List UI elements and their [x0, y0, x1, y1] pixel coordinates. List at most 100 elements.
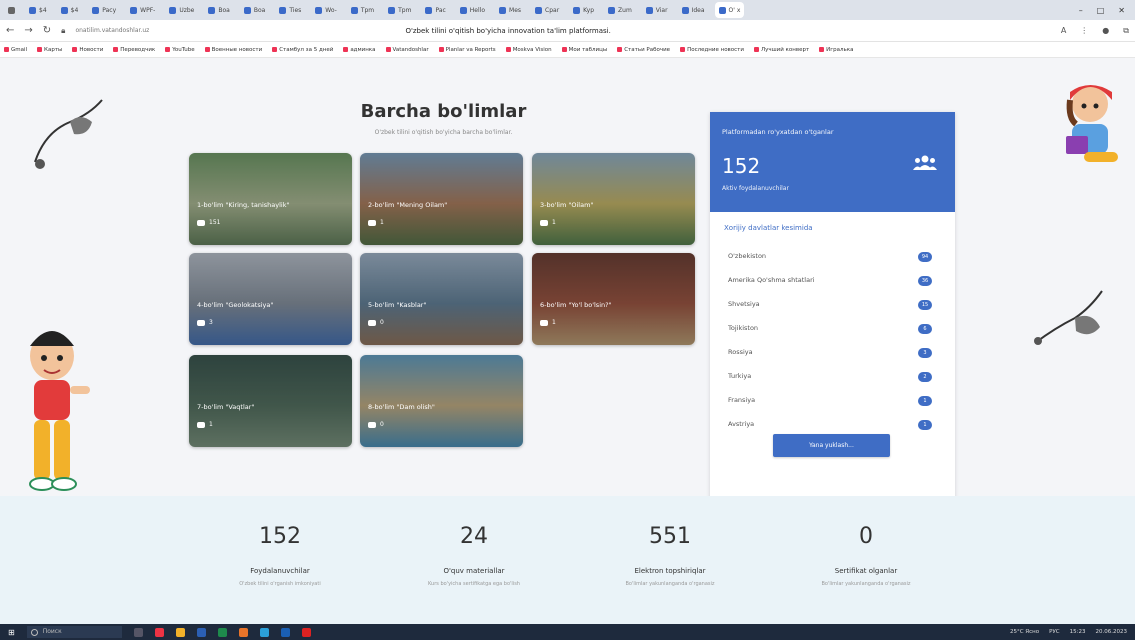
bookmark-item[interactable]: Vatandoshlar	[385, 47, 429, 53]
forward-icon[interactable]: →	[24, 25, 32, 36]
taskbar-search-input[interactable]: Поиск	[26, 626, 122, 638]
section-card[interactable]: 2-bo'lim "Mening Oilam" 1	[360, 153, 523, 245]
back-icon[interactable]: ←	[6, 25, 14, 36]
bookmark-item[interactable]: Gmail	[4, 47, 27, 53]
browser-tab[interactable]: Pacy	[88, 2, 120, 18]
tab-favicon-icon	[499, 6, 507, 14]
outlook-app-icon[interactable]	[280, 627, 290, 637]
browser-tab[interactable]: Wo-	[311, 2, 341, 18]
tab-favicon-icon	[169, 6, 177, 14]
bookmark-label: Переводчик	[120, 46, 156, 53]
maximize-icon[interactable]: □	[1097, 6, 1105, 15]
browser-tab[interactable]: Pac	[421, 2, 449, 18]
profile-icon[interactable]: ●	[1102, 26, 1109, 36]
browser-tab[interactable]: Boa	[204, 2, 233, 18]
country-count-badge: 6	[918, 324, 932, 334]
bookmark-item[interactable]: админка	[343, 46, 376, 53]
extensions-icon[interactable]: ⧉	[1123, 26, 1129, 36]
windows-start-icon[interactable]: ⊞	[8, 628, 15, 637]
section-meta: 0	[368, 421, 384, 428]
telegram-app-icon[interactable]	[259, 627, 269, 637]
browser-tab[interactable]: Tpm	[347, 2, 378, 18]
tab-label: Idea	[691, 6, 705, 14]
stat-label: O'quv materiallar	[443, 567, 505, 575]
bookmark-item[interactable]: Военные новости	[204, 46, 263, 53]
section-card[interactable]: 3-bo'lim "Oilam" 1	[532, 153, 695, 245]
stats-panel: Platformadan ro'yxatdan o'tganlar 152 Ak…	[710, 112, 955, 522]
browser-tab[interactable]: Ties	[275, 2, 305, 18]
yandex-app-icon[interactable]	[301, 627, 311, 637]
bookmark-item[interactable]: Статьи Рабочие	[617, 47, 670, 53]
clock-time[interactable]: 15:23	[1070, 629, 1086, 635]
bookmark-item[interactable]: YouTube	[165, 47, 195, 53]
bookmark-item[interactable]: Последние новости	[680, 47, 744, 53]
bookmark-label: Игралька	[826, 46, 854, 53]
country-row: Tojikiston 6	[728, 322, 938, 336]
section-card[interactable]: 1-bo'lim "Kiring, tanishaylik" 151	[189, 153, 352, 245]
browser-tab[interactable]: Viar	[642, 2, 672, 18]
browser-tab-bar: $4 $4 Pacy WPF- Uzbe Boa Boa Ties Wo- Tpm Tpm Pac He…	[0, 0, 1135, 20]
more-icon[interactable]: ⋮	[1080, 26, 1088, 36]
bookmark-item[interactable]: Игралька	[819, 47, 853, 53]
bookmark-item[interactable]: Лучший конверт	[753, 47, 809, 53]
bookmark-item[interactable]: Карты	[37, 47, 62, 53]
bookmark-label: Военные новости	[211, 46, 263, 53]
section-card[interactable]: 6-bo'lim "Yo'l bo'lsin?" 1	[532, 253, 695, 345]
tab-label: Hello	[469, 6, 486, 14]
stat-description: Bo'limlar yakunlanganda o'rganasiz	[625, 581, 715, 587]
browser-tab[interactable]: O' x	[714, 2, 745, 18]
comments-icon	[368, 421, 376, 428]
browser-tab[interactable]: Idea	[678, 2, 709, 18]
bookmark-label: админка	[350, 46, 376, 53]
explorer-app-icon[interactable]	[175, 627, 185, 637]
tab-label: O' x	[728, 6, 741, 14]
clock-date[interactable]: 20.06.2023	[1096, 629, 1128, 635]
browser-tab[interactable]: $4	[25, 2, 51, 18]
minimize-icon[interactable]: –	[1079, 6, 1083, 15]
firefox-app-icon[interactable]	[238, 627, 248, 637]
bookmark-item[interactable]: Moskva Vision	[505, 47, 552, 53]
reload-icon[interactable]: ↻	[43, 25, 51, 36]
chrome-app-icon[interactable]	[154, 627, 164, 637]
section-count: 1	[209, 421, 213, 428]
tab-favicon-icon	[350, 6, 358, 14]
load-more-button[interactable]: Yana yuklash...	[773, 434, 890, 457]
bookmark-label: Planlar va Reports	[445, 46, 496, 53]
excel-app-icon[interactable]	[217, 627, 227, 637]
bookmark-item[interactable]: Мои таблицы	[561, 47, 607, 53]
language-indicator[interactable]: РУС	[1049, 629, 1060, 635]
bookmark-item[interactable]: Стамбул за 5 дней	[272, 47, 333, 53]
browser-tab[interactable]: WPF-	[126, 2, 159, 18]
browser-tab[interactable]: Uzbe	[165, 2, 198, 18]
browser-tab[interactable]: Hello	[456, 2, 489, 18]
browser-tab[interactable]: Tpm	[384, 2, 415, 18]
section-card[interactable]: 7-bo'lim "Vaqtlar" 1	[189, 355, 352, 447]
section-card[interactable]: 8-bo'lim "Dam olish" 0	[360, 355, 523, 447]
word-app-icon[interactable]	[196, 627, 206, 637]
close-icon[interactable]: ✕	[1118, 6, 1125, 15]
section-card[interactable]: 5-bo'lim "Kasblar" 0	[360, 253, 523, 345]
bookmark-item[interactable]: Planlar va Reports	[438, 46, 496, 53]
tab-favicon-icon	[645, 6, 653, 14]
translate-icon[interactable]: A	[1061, 26, 1066, 36]
weather-text[interactable]: 25°C Ясно	[1010, 629, 1039, 635]
section-card[interactable]: 4-bo'lim "Geolokatsiya" 3	[189, 253, 352, 345]
bookmark-item[interactable]: Переводчик	[113, 47, 155, 53]
tab-label: Viar	[655, 6, 668, 14]
country-count-badge: 1	[918, 420, 932, 430]
browser-tab[interactable]: Mes	[495, 2, 525, 18]
bookmark-item[interactable]: Новости	[72, 47, 103, 53]
stat-label: Foydalanuvchilar	[250, 567, 310, 575]
browser-tab[interactable]: Zum	[604, 2, 636, 18]
card-overlay	[532, 253, 695, 345]
browser-tab[interactable]: $4	[57, 2, 83, 18]
bookmark-label: Новости	[79, 46, 104, 53]
browser-tab[interactable]: Boa	[240, 2, 269, 18]
browser-tab[interactable]: Cpar	[531, 2, 563, 18]
browser-tab[interactable]: Kyp	[569, 2, 598, 18]
taskview-icon[interactable]	[133, 627, 143, 637]
country-count-badge: 94	[918, 252, 932, 262]
url-input[interactable]: onatilim.vatandoshlar.uz	[75, 27, 215, 34]
bookmark-label: Последние новости	[687, 46, 744, 53]
tab-menu-button[interactable]	[4, 2, 19, 18]
